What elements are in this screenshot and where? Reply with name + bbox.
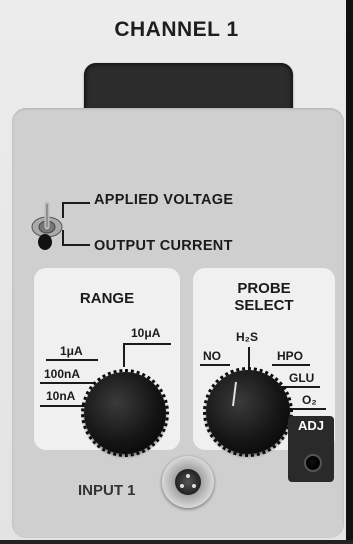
range-knob[interactable] [81,369,169,457]
range-option-10ua: 10μA [131,326,161,340]
range-tick-1ua [46,359,98,361]
output-current-label: OUTPUT CURRENT [94,238,233,254]
connector-pin [186,474,190,478]
probe-option-o2: O₂ [302,393,317,407]
adj-label: ADJ [297,418,324,433]
applied-voltage-label: APPLIED VOLTAGE [94,192,234,208]
probe-option-h2s: H₂S [236,330,259,344]
input-label: INPUT 1 [78,482,136,499]
channel-title: CHANNEL 1 [114,18,239,41]
toggle-bracket-up [62,202,90,218]
probe-title-line1: PROBE [237,280,291,297]
toggle-bracket-down [62,230,90,246]
probe-knob-pointer [232,381,237,407]
range-option-100na: 100nA [44,367,81,381]
probe-tick-hpo [272,364,310,366]
panel-edge [346,0,353,544]
range-tick-100na [40,382,94,384]
range-option-10na: 10nA [46,389,76,403]
connector-socket-icon [175,469,201,495]
panel-bottom-edge [0,540,353,544]
probe-option-hpo: HPO [277,349,304,363]
probe-title-line2: SELECT [234,297,294,314]
range-title: RANGE [79,290,135,307]
range-tick-10ua-v [123,343,125,367]
toggle-switch[interactable] [30,196,64,258]
connector-pin [180,484,184,488]
probe-option-no: NO [203,349,221,363]
connector-pin [192,484,196,488]
adj-screw-icon[interactable] [304,454,322,472]
input-connector[interactable] [162,456,214,508]
probe-tick-no [200,364,230,366]
probe-option-glu: GLU [289,371,315,385]
adj-control[interactable]: ADJ [288,416,334,482]
range-tick-10ua-h [123,343,171,345]
range-option-1ua: 1μA [60,344,83,358]
